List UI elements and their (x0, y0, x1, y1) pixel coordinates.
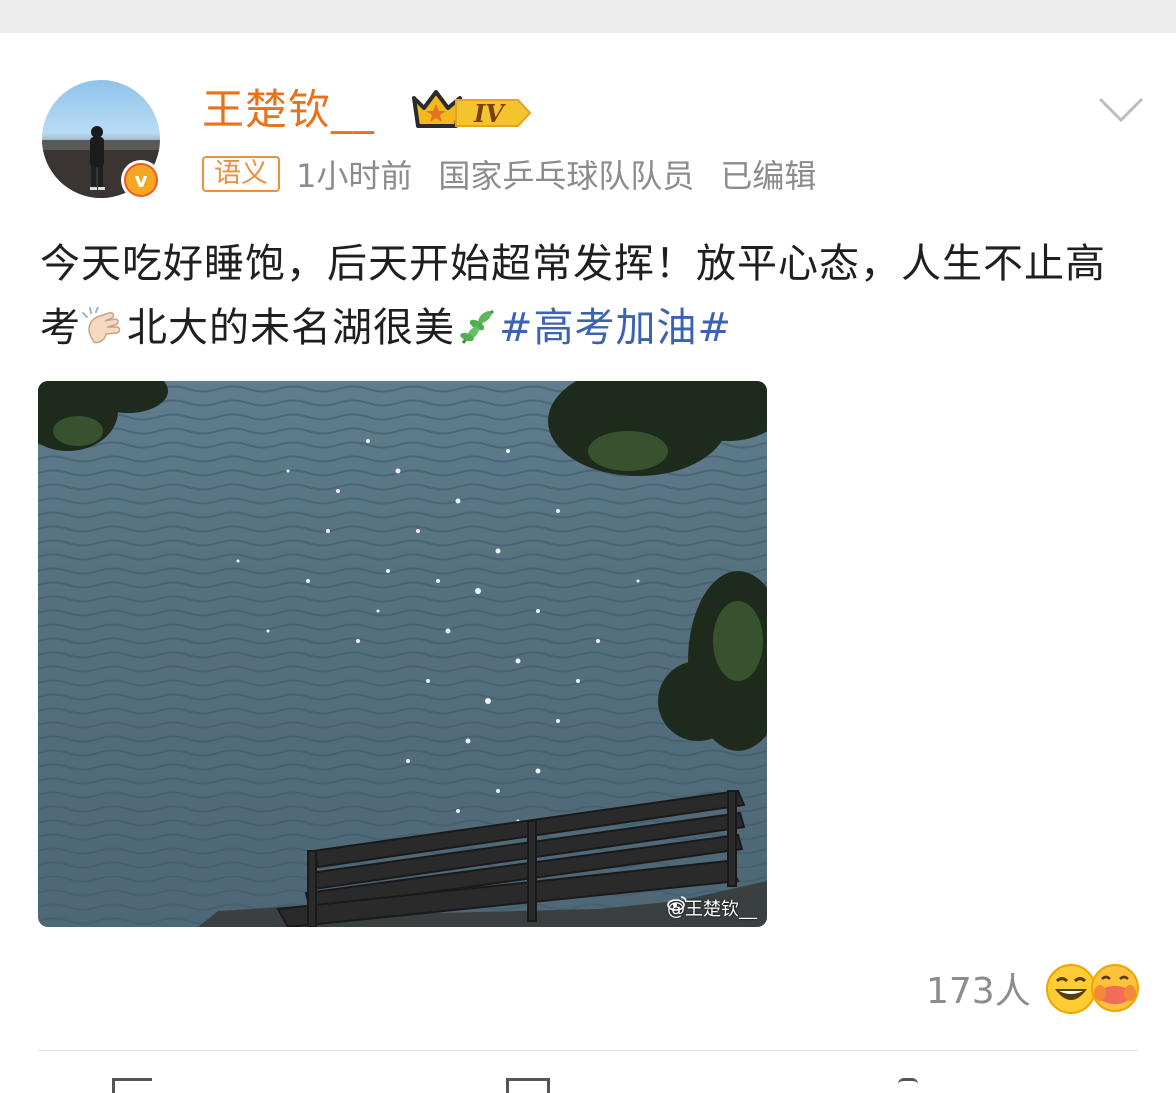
repost-icon[interactable] (112, 1078, 152, 1093)
author-name[interactable]: 王楚钦__ (202, 82, 375, 138)
herb-emoji-icon (460, 309, 494, 344)
semantic-tag[interactable]: 语义 (202, 156, 280, 192)
hashtag-link[interactable]: #高考加油# (499, 305, 732, 351)
top-gray-bar (0, 0, 1176, 33)
weibo-logo-icon (667, 896, 687, 911)
divider (38, 1050, 1138, 1051)
post-time: 1小时前 (296, 157, 413, 195)
crown-icon: IV (412, 90, 532, 128)
lake-photo (38, 381, 767, 927)
level-badge-text: IV (473, 99, 506, 128)
post-text-part2: 北大的未名湖很美 (127, 305, 455, 351)
like-icon[interactable] (898, 1078, 918, 1093)
chevron-down-icon[interactable] (1098, 96, 1144, 124)
action-bar (0, 1078, 1176, 1093)
author-title: 国家乒乓球队队员 (438, 157, 695, 195)
post-image[interactable]: @王楚钦__ (38, 381, 767, 927)
verified-badge-icon: v (121, 160, 161, 200)
comment-icon[interactable] (506, 1078, 550, 1093)
clap-emoji-icon (82, 307, 121, 344)
hug-emoji-icon[interactable] (1090, 963, 1140, 1013)
reaction-count[interactable]: 173人 (926, 962, 1031, 1014)
image-watermark: @王楚钦__ (667, 895, 757, 921)
post-meta: 语义 1小时前 国家乒乓球队队员 已编辑 (202, 151, 842, 197)
post-text: 今天吃好睡饱，后天开始超常发挥！放平心态，人生不止高考 北大的未名湖很美 #高考… (40, 232, 1140, 360)
edited-label[interactable]: 已编辑 (720, 151, 816, 197)
